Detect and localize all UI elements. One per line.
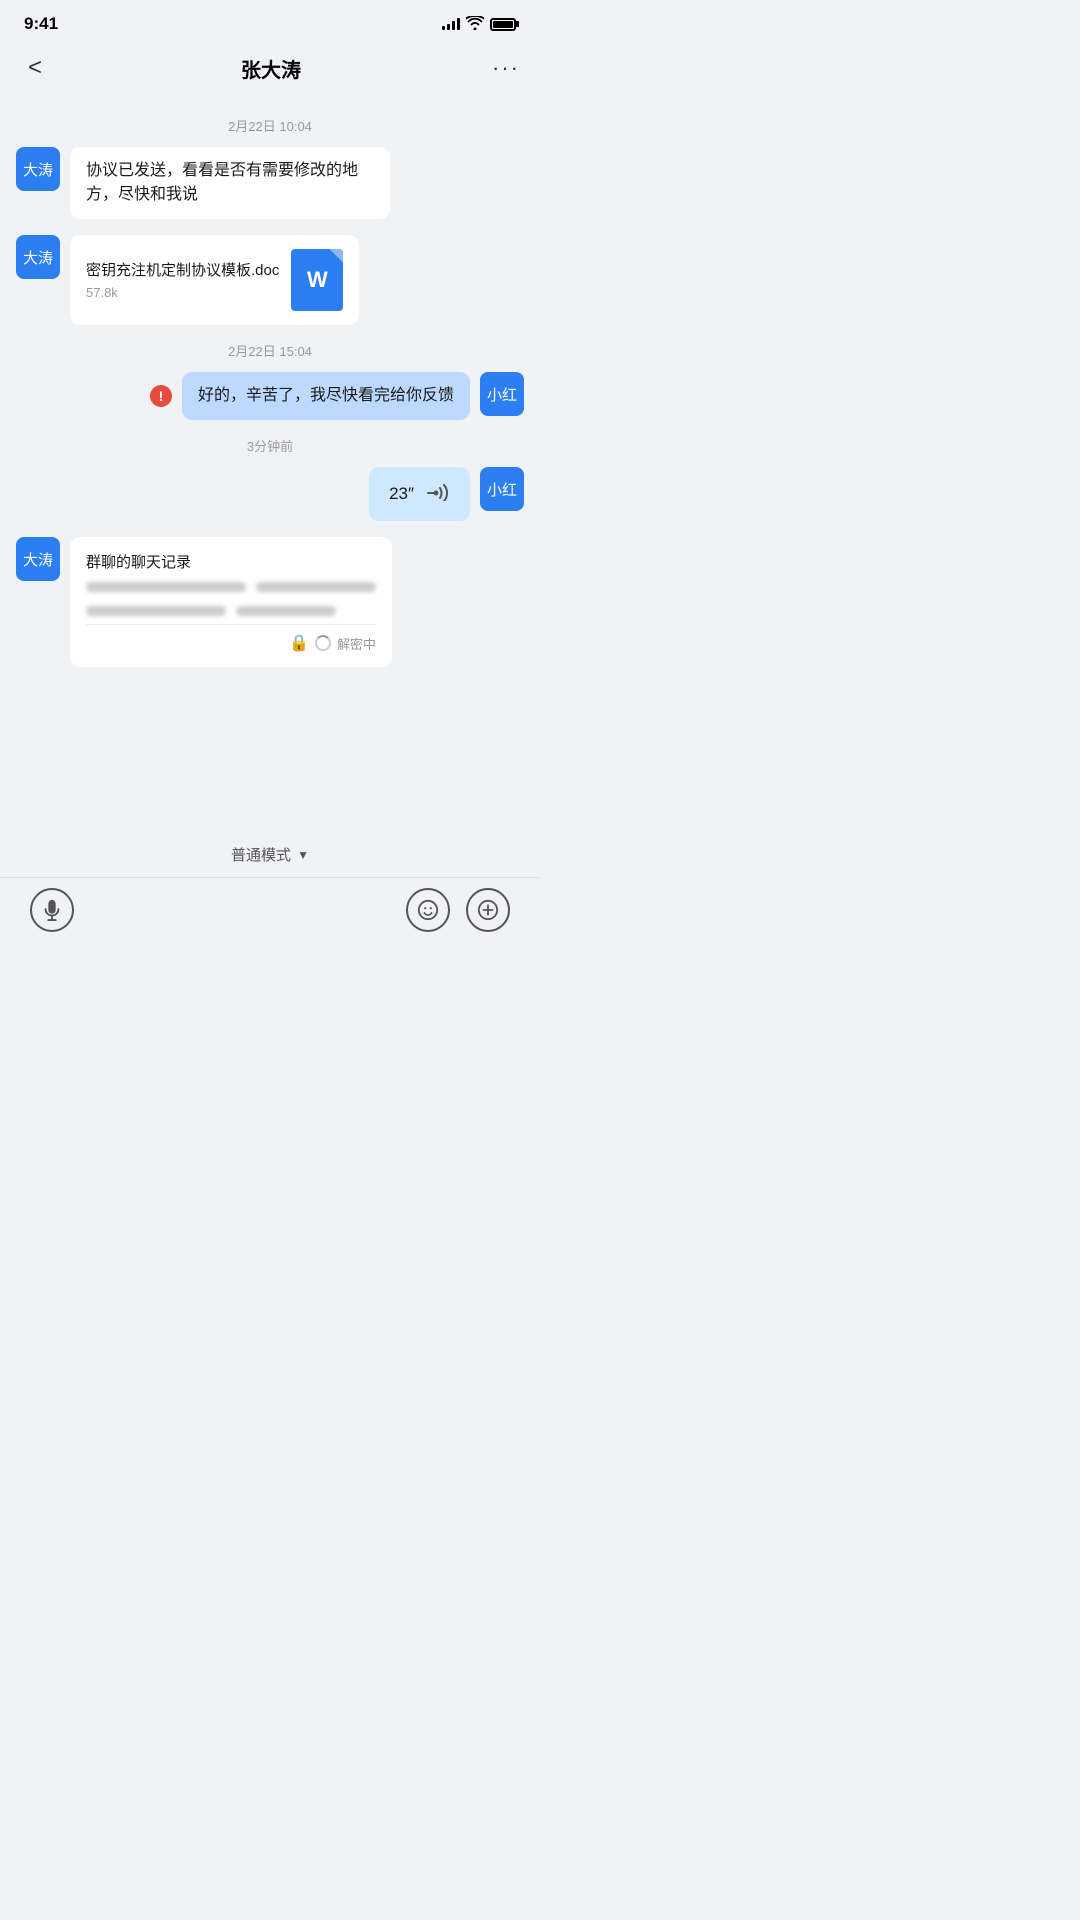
- avatar-datao: 大涛: [16, 537, 60, 581]
- message-row: 小红 好的，辛苦了，我尽快看完给你反馈 !: [16, 372, 524, 420]
- toolbar: [0, 877, 540, 960]
- bottom-area: 普通模式 ▼: [0, 828, 540, 960]
- message-row: 大涛 密钥充注机定制协议模板.doc 57.8k W: [16, 235, 524, 325]
- timestamp-2: 2月22日 15:04: [16, 341, 524, 360]
- error-indicator[interactable]: !: [150, 385, 172, 407]
- message-bubble: 协议已发送，看看是否有需要修改的地方，尽快和我说: [70, 147, 390, 219]
- chevron-down-icon: ▼: [297, 848, 309, 862]
- chat-record-bubble[interactable]: 群聊的聊天记录 🔒 解密中: [70, 537, 392, 667]
- avatar-datao: 大涛: [16, 235, 60, 279]
- avatar-datao: 大涛: [16, 147, 60, 191]
- file-info: 密钥充注机定制协议模板.doc 57.8k: [86, 260, 279, 300]
- decrypt-label: 解密中: [337, 634, 376, 653]
- header-title: 张大涛: [241, 54, 301, 83]
- emoji-button[interactable]: [406, 888, 450, 932]
- voice-duration: 23″: [389, 484, 414, 504]
- voice-bubble[interactable]: 23″: [369, 467, 470, 521]
- decrypt-spinner: [315, 635, 331, 651]
- status-time: 9:41: [24, 14, 58, 34]
- chat-record-title: 群聊的聊天记录: [86, 551, 376, 572]
- avatar-xiaohong: 小红: [480, 372, 524, 416]
- timestamp-1: 2月22日 10:04: [16, 116, 524, 135]
- file-bubble[interactable]: 密钥充注机定制协议模板.doc 57.8k W: [70, 235, 359, 325]
- message-bubble: 好的，辛苦了，我尽快看完给你反馈: [182, 372, 470, 420]
- message-row: 大涛 群聊的聊天记录 🔒 解密中: [16, 537, 524, 667]
- file-size: 57.8k: [86, 285, 279, 300]
- right-tools: [406, 888, 510, 932]
- voice-button[interactable]: [30, 888, 74, 932]
- message-row: 小红 23″: [16, 467, 524, 521]
- add-button[interactable]: [466, 888, 510, 932]
- wifi-icon: [466, 16, 484, 33]
- chat-area: 2月22日 10:04 大涛 协议已发送，看看是否有需要修改的地方，尽快和我说 …: [0, 100, 540, 840]
- back-button[interactable]: <: [20, 50, 50, 86]
- mode-label: 普通模式: [231, 844, 291, 865]
- status-icons: [442, 16, 516, 33]
- battery-icon: [490, 18, 516, 31]
- signal-icon: [442, 18, 460, 30]
- message-row: 大涛 协议已发送，看看是否有需要修改的地方，尽快和我说: [16, 147, 524, 219]
- more-button[interactable]: ···: [492, 55, 520, 81]
- lock-icon: 🔒: [289, 633, 309, 653]
- chat-record-preview-2: [86, 606, 376, 616]
- chat-record-preview: [86, 582, 376, 592]
- chat-record-footer: 🔒 解密中: [86, 624, 376, 653]
- header: < 张大涛 ···: [0, 40, 540, 100]
- avatar-xiaohong: 小红: [480, 467, 524, 511]
- mode-bar[interactable]: 普通模式 ▼: [0, 828, 540, 877]
- file-name: 密钥充注机定制协议模板.doc: [86, 260, 279, 281]
- status-bar: 9:41: [0, 0, 540, 40]
- word-file-icon: W: [291, 249, 343, 311]
- timestamp-3: 3分钟前: [16, 436, 524, 455]
- voice-wave-icon: [426, 481, 450, 507]
